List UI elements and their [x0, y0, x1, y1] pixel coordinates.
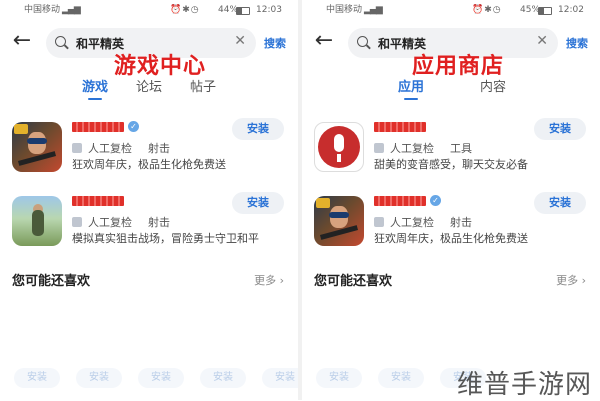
app-store-screen: 中国移动 ▂▄▆ ⏰✱◷ 45% 12:02 ← 和平精英 ✕ 搜索 应用商店 …: [302, 0, 600, 400]
install-button[interactable]: 安装: [232, 118, 284, 140]
carrier-label: 中国移动: [24, 5, 61, 15]
tab-apps[interactable]: 应用: [398, 76, 424, 100]
icon-soldier: [32, 210, 44, 236]
anniversary-badge: [316, 198, 330, 208]
app-name-redacted: [374, 196, 426, 206]
app-meta: 人工复检 工具: [374, 140, 472, 156]
install-button[interactable]: 安装: [534, 192, 586, 214]
clear-icon[interactable]: ✕: [234, 33, 246, 49]
app-list-item[interactable]: ✓ 人工复检 射击 狂欢周年庆，极品生化枪免费送 安装: [0, 118, 298, 178]
battery-percent: 45%: [520, 5, 541, 15]
more-link[interactable]: 更多 ›: [556, 272, 586, 288]
app-list-item[interactable]: ✓ 人工复检 射击 狂欢周年庆，极品生化枪免费送 安装: [302, 192, 600, 252]
recommend-title: 您可能还喜欢: [314, 274, 393, 289]
tab-games[interactable]: 游戏: [82, 76, 108, 100]
app-icon[interactable]: [314, 122, 364, 172]
chevron-right-icon: ›: [581, 274, 586, 287]
tab-forum[interactable]: 论坛: [136, 76, 162, 95]
developer-label: 人工复检: [390, 142, 434, 155]
install-button[interactable]: 安装: [200, 368, 246, 388]
developer-label: 人工复检: [390, 216, 434, 229]
app-meta: 人工复检 射击: [72, 140, 170, 156]
developer-label: 人工复检: [88, 216, 132, 229]
category-label: 射击: [148, 216, 170, 229]
icon-goggles: [329, 212, 349, 218]
tab-content[interactable]: 内容: [480, 76, 506, 95]
category-label: 工具: [450, 142, 472, 155]
install-button[interactable]: 安装: [138, 368, 184, 388]
status-icons: ⏰✱◷: [170, 5, 200, 15]
developer-icon: [72, 143, 82, 153]
clock: 12:02: [558, 5, 584, 15]
app-icon[interactable]: [12, 196, 62, 246]
developer-icon: [72, 217, 82, 227]
tab-bar: 游戏 论坛 帖子: [0, 76, 298, 102]
app-meta: 人工复检 射击: [72, 214, 170, 230]
app-meta: 人工复检 射击: [374, 214, 472, 230]
recommend-section-header: 您可能还喜欢 更多 ›: [0, 266, 298, 290]
install-button[interactable]: 安装: [14, 368, 60, 388]
chevron-right-icon: ›: [279, 274, 284, 287]
clock: 12:03: [256, 5, 282, 15]
app-description: 狂欢周年庆，极品生化枪免费送: [72, 158, 226, 171]
more-link[interactable]: 更多 ›: [254, 272, 284, 288]
status-bar: 中国移动 ▂▄▆ ⏰✱◷ 44% 12:03: [0, 0, 298, 20]
install-button[interactable]: 安装: [262, 368, 298, 388]
battery-percent: 44%: [218, 5, 239, 15]
carrier-label: 中国移动: [326, 5, 363, 15]
developer-icon: [374, 143, 384, 153]
app-icon[interactable]: [314, 196, 364, 246]
search-button[interactable]: 搜索: [566, 35, 588, 51]
category-label: 射击: [148, 142, 170, 155]
developer-icon: [374, 217, 384, 227]
battery-icon: [236, 7, 250, 15]
signal-icon: ▂▄▆: [62, 5, 81, 15]
verified-icon: ✓: [128, 121, 139, 132]
developer-label: 人工复检: [88, 142, 132, 155]
tab-posts[interactable]: 帖子: [190, 76, 216, 95]
search-icon: [357, 36, 368, 47]
category-label: 射击: [450, 216, 472, 229]
app-description: 模拟真实狙击战场，冒险勇士守卫和平: [72, 232, 259, 245]
anniversary-badge: [14, 124, 28, 134]
app-name-redacted: [72, 196, 124, 206]
recommend-install-row: 安装 安装 安装 安装 安装: [0, 368, 298, 392]
search-button[interactable]: 搜索: [264, 35, 286, 51]
battery-icon: [538, 7, 552, 15]
app-list-item[interactable]: 人工复检 射击 模拟真实狙击战场，冒险勇士守卫和平 安装: [0, 192, 298, 252]
install-button[interactable]: 安装: [76, 368, 122, 388]
back-arrow-icon[interactable]: ←: [10, 30, 34, 54]
game-center-screen: 中国移动 ▂▄▆ ⏰✱◷ 44% 12:03 ← 和平精英 ✕ 搜索 游戏中心 …: [0, 0, 298, 400]
icon-goggles: [27, 138, 47, 144]
recommend-title: 您可能还喜欢: [12, 274, 91, 289]
more-label: 更多: [254, 274, 277, 287]
status-bar: 中国移动 ▂▄▆ ⏰✱◷ 45% 12:02: [302, 0, 600, 20]
site-watermark: 维普手游网: [456, 370, 592, 400]
search-icon: [55, 36, 66, 47]
icon-mic-stand: [337, 154, 341, 162]
install-button[interactable]: 安装: [378, 368, 424, 388]
install-button[interactable]: 安装: [316, 368, 362, 388]
status-icons: ⏰✱◷: [472, 5, 502, 15]
clear-icon[interactable]: ✕: [536, 33, 548, 49]
app-list-item[interactable]: 人工复检 工具 甜美的变音感受，聊天交友必备 安装: [302, 118, 600, 178]
more-label: 更多: [556, 274, 579, 287]
install-button[interactable]: 安装: [534, 118, 586, 140]
microphone-icon: [334, 134, 344, 152]
install-button[interactable]: 安装: [232, 192, 284, 214]
verified-icon: ✓: [430, 195, 441, 206]
app-icon[interactable]: [12, 122, 62, 172]
app-name-redacted: [374, 122, 426, 132]
recommend-section-header: 您可能还喜欢 更多 ›: [302, 266, 600, 290]
tab-bar: 应用 内容: [302, 76, 600, 102]
signal-icon: ▂▄▆: [364, 5, 383, 15]
app-description: 狂欢周年庆，极品生化枪免费送: [374, 232, 528, 245]
back-arrow-icon[interactable]: ←: [312, 30, 336, 54]
app-name-redacted: [72, 122, 124, 132]
app-description: 甜美的变音感受，聊天交友必备: [374, 158, 528, 171]
